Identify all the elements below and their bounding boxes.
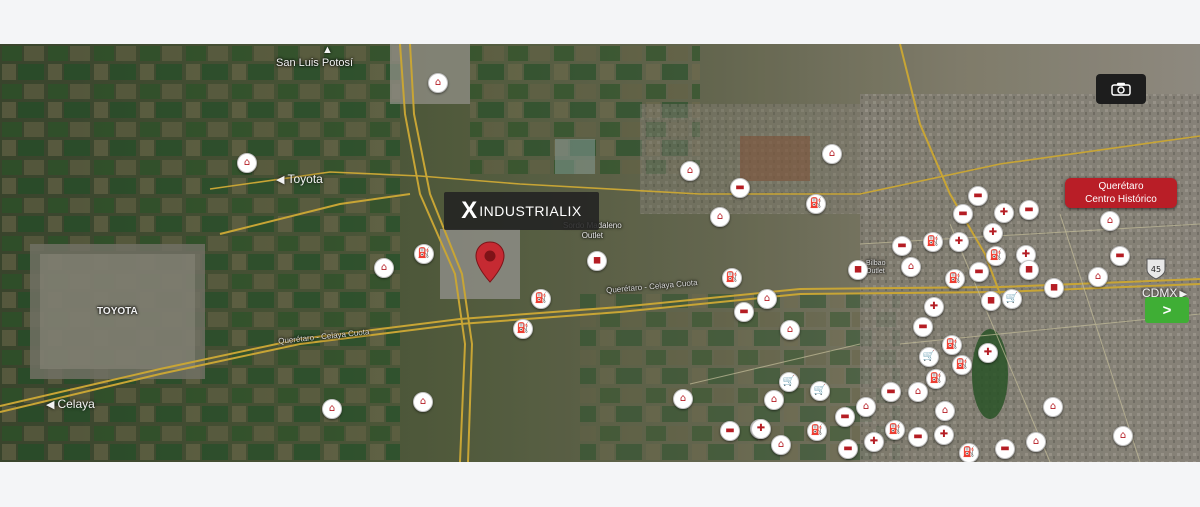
label-bilbao: Bilbao xyxy=(866,260,886,267)
north-arrow: ▲ xyxy=(322,44,333,56)
home-poi-icon[interactable]: ⌂ xyxy=(771,435,791,455)
next-button[interactable]: > xyxy=(1145,297,1189,323)
gas-poi-icon[interactable]: ⛽ xyxy=(807,421,827,441)
highway-45-shield-icon: 45 xyxy=(1146,258,1166,280)
bus-poi-icon[interactable]: ▬ xyxy=(892,236,912,256)
bag-poi-icon[interactable]: ◼ xyxy=(1044,278,1064,298)
home-poi-icon[interactable]: ⌂ xyxy=(710,207,730,227)
home-poi-icon[interactable]: ⌂ xyxy=(908,382,928,402)
label-bilbao-outlet: Bilbao Outlet xyxy=(866,260,885,276)
gas-poi-icon[interactable]: ⛽ xyxy=(513,319,533,339)
label-san-luis-potosi: San Luis Potosí xyxy=(276,57,354,69)
label-toyota-plant: TOYOTA xyxy=(97,306,138,317)
bus-poi-icon[interactable]: ▬ xyxy=(1019,200,1039,220)
home-poi-icon[interactable]: ⌂ xyxy=(901,257,921,277)
label-outlet: Outlet xyxy=(866,268,885,275)
home-poi-icon[interactable]: ⌂ xyxy=(1113,426,1133,446)
gas-poi-icon[interactable]: ⛽ xyxy=(986,246,1006,266)
shop-poi-icon[interactable]: 🛒 xyxy=(810,381,830,401)
direction-celaya-label: Celaya xyxy=(57,397,95,411)
queretaro-centro-historico-badge[interactable]: Querétaro Centro Histórico xyxy=(1065,178,1177,208)
bus-poi-icon[interactable]: ▬ xyxy=(835,407,855,427)
label-sordo-line2: Outlet xyxy=(581,231,604,240)
shop-poi-icon[interactable]: 🛒 xyxy=(779,372,799,392)
direction-toyota-label: Toyota xyxy=(287,172,323,186)
gas-poi-icon[interactable]: ⛽ xyxy=(722,268,742,288)
home-poi-icon[interactable]: ⌂ xyxy=(1100,211,1120,231)
direction-celaya: ◀ Celaya xyxy=(46,397,95,411)
shop-poi-icon[interactable]: 🛒 xyxy=(919,347,939,367)
home-poi-icon[interactable]: ⌂ xyxy=(413,392,433,412)
bus-poi-icon[interactable]: ▬ xyxy=(838,439,858,459)
gas-poi-icon[interactable]: ⛽ xyxy=(945,269,965,289)
gas-poi-icon[interactable]: ⛽ xyxy=(531,289,551,309)
highway-shield-number: 45 xyxy=(1151,265,1161,274)
home-poi-icon[interactable]: ⌂ xyxy=(1043,397,1063,417)
home-poi-icon[interactable]: ⌂ xyxy=(237,153,257,173)
home-poi-icon[interactable]: ⌂ xyxy=(680,161,700,181)
bus-poi-icon[interactable]: ▬ xyxy=(953,204,973,224)
health-poi-icon[interactable]: ✚ xyxy=(949,232,969,252)
health-poi-icon[interactable]: ✚ xyxy=(978,343,998,363)
bag-poi-icon[interactable]: ◼ xyxy=(981,291,1001,311)
gas-poi-icon[interactable]: ⛽ xyxy=(923,232,943,252)
home-poi-icon[interactable]: ⌂ xyxy=(1088,267,1108,287)
bag-poi-icon[interactable]: ◼ xyxy=(1019,260,1039,280)
camera-button[interactable] xyxy=(1096,74,1146,104)
bus-poi-icon[interactable]: ▬ xyxy=(881,382,901,402)
bus-poi-icon[interactable]: ▬ xyxy=(720,421,740,441)
health-poi-icon[interactable]: ✚ xyxy=(983,223,1003,243)
shop-poi-icon[interactable]: 🛒 xyxy=(1002,289,1022,309)
home-poi-icon[interactable]: ⌂ xyxy=(374,258,394,278)
industrialix-x-mark: X xyxy=(461,197,478,224)
home-poi-icon[interactable]: ⌂ xyxy=(757,289,777,309)
home-poi-icon[interactable]: ⌂ xyxy=(764,390,784,410)
home-poi-icon[interactable]: ⌂ xyxy=(780,320,800,340)
arrow-left-icon: ◀ xyxy=(276,174,285,186)
health-poi-icon[interactable]: ✚ xyxy=(924,297,944,317)
gas-poi-icon[interactable]: ⛽ xyxy=(414,244,434,264)
bag-poi-icon[interactable]: ◼ xyxy=(587,251,607,271)
home-poi-icon[interactable]: ⌂ xyxy=(935,401,955,421)
bag-poi-icon[interactable]: ◼ xyxy=(848,260,868,280)
bus-poi-icon[interactable]: ▬ xyxy=(908,427,928,447)
gas-poi-icon[interactable]: ⛽ xyxy=(885,420,905,440)
queretaro-badge-line2: Centro Histórico xyxy=(1085,194,1157,205)
health-poi-icon[interactable]: ✚ xyxy=(934,425,954,445)
industrialix-name: INDUSTRIALIX xyxy=(479,203,582,219)
satellite-map[interactable]: ▲ San Luis Potosí ◀ Toyota ◀ Celaya CDMX ▶ … xyxy=(0,44,1200,462)
direction-toyota: ◀ Toyota xyxy=(276,172,323,186)
health-poi-icon[interactable]: ✚ xyxy=(864,432,884,452)
home-poi-icon[interactable]: ⌂ xyxy=(322,399,342,419)
bus-poi-icon[interactable]: ▬ xyxy=(1110,246,1130,266)
home-poi-icon[interactable]: ⌂ xyxy=(1026,432,1046,452)
bus-poi-icon[interactable]: ▬ xyxy=(995,439,1015,459)
health-poi-icon[interactable]: ✚ xyxy=(751,419,771,439)
gas-poi-icon[interactable]: ⛽ xyxy=(926,369,946,389)
home-poi-icon[interactable]: ⌂ xyxy=(856,397,876,417)
home-poi-icon[interactable]: ⌂ xyxy=(673,389,693,409)
location-pin-icon[interactable] xyxy=(473,240,507,284)
gas-poi-icon[interactable]: ⛽ xyxy=(959,443,979,462)
home-poi-icon[interactable]: ⌂ xyxy=(822,144,842,164)
gas-poi-icon[interactable]: ⛽ xyxy=(806,194,826,214)
bus-poi-icon[interactable]: ▬ xyxy=(734,302,754,322)
arrow-left-icon: ◀ xyxy=(46,399,55,411)
bus-poi-icon[interactable]: ▬ xyxy=(913,317,933,337)
health-poi-icon[interactable]: ✚ xyxy=(994,203,1014,223)
home-poi-icon[interactable]: ⌂ xyxy=(428,73,448,93)
queretaro-badge-line1: Querétaro xyxy=(1098,181,1144,192)
gas-poi-icon[interactable]: ⛽ xyxy=(952,355,972,375)
bus-poi-icon[interactable]: ▬ xyxy=(730,178,750,198)
industrialix-logo-box: X INDUSTRIALIX xyxy=(444,192,599,230)
gas-poi-icon[interactable]: ⛽ xyxy=(942,335,962,355)
camera-icon xyxy=(1111,82,1131,96)
bus-poi-icon[interactable]: ▬ xyxy=(969,262,989,282)
bus-poi-icon[interactable]: ▬ xyxy=(968,186,988,206)
